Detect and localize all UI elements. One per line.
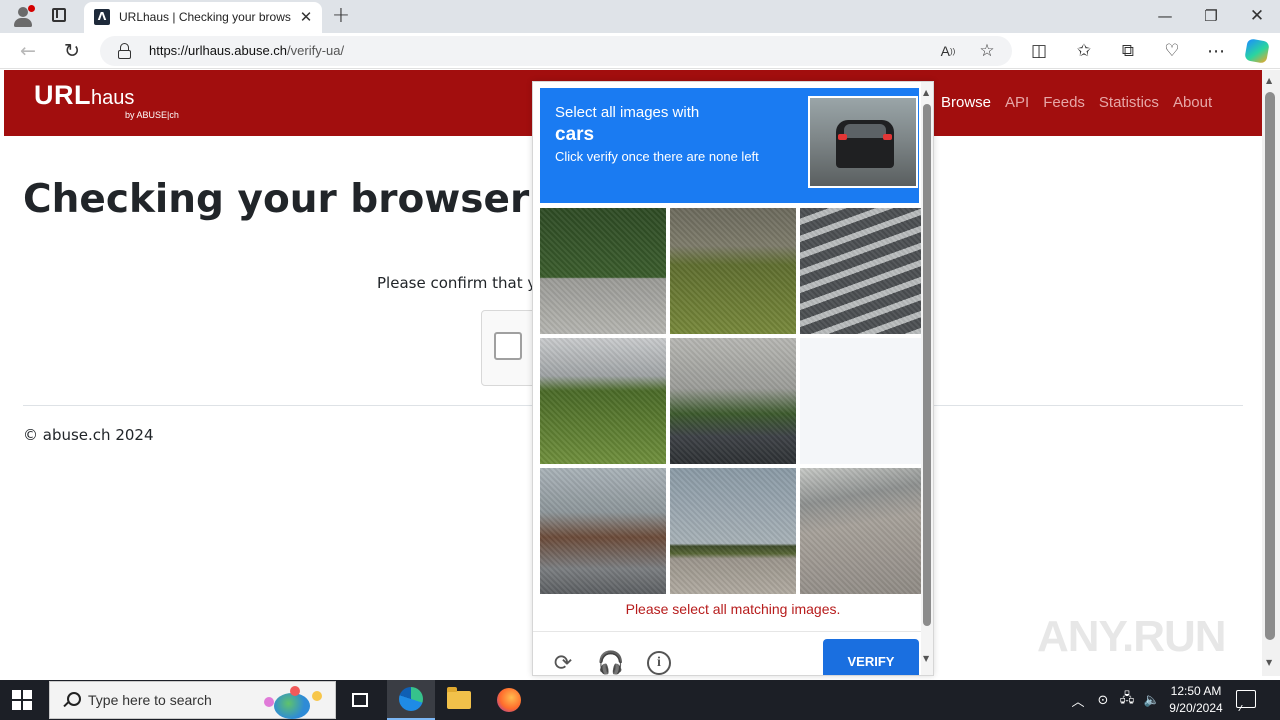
nav-feeds[interactable]: Feeds [1043, 94, 1085, 111]
prompt-hint: Click verify once there are none left [555, 149, 759, 164]
search-icon [62, 691, 81, 709]
captcha-tile[interactable] [800, 468, 926, 594]
edge-icon[interactable] [387, 680, 435, 720]
captcha-challenge: Select all images with cars Click verify… [532, 81, 934, 676]
tab-title: URLhaus | Checking your browser [119, 10, 291, 24]
search-highlight-icon [262, 685, 332, 719]
hcaptcha-checkbox[interactable] [494, 332, 522, 360]
verify-button[interactable]: VERIFY [823, 639, 919, 675]
prompt-target: cars [555, 124, 595, 145]
nav-api[interactable]: API [1005, 94, 1029, 111]
favorites-icon[interactable]: ✩ [1072, 39, 1096, 63]
search-placeholder: Type here to search [88, 692, 212, 708]
captcha-tile[interactable] [540, 338, 666, 464]
nav-browse[interactable]: Browse [941, 94, 991, 111]
info-icon[interactable]: i [646, 650, 672, 675]
nav-about[interactable]: About [1173, 94, 1212, 111]
captcha-tile[interactable] [800, 338, 926, 464]
tray-chevron-icon[interactable]: ︿ [1068, 680, 1088, 720]
split-screen-icon[interactable]: ◫ [1027, 39, 1051, 63]
tab-strip: Λ URLhaus | Checking your browser ✕ + — … [0, 0, 1280, 33]
nav-links: Browse API Feeds Statistics About [941, 94, 1212, 111]
profile-icon[interactable] [10, 4, 36, 30]
browser-essentials-icon[interactable]: ♡ [1160, 39, 1184, 63]
page-title: Checking your browser [23, 177, 530, 222]
confirm-text: Please confirm that you [377, 274, 532, 292]
scroll-up-icon[interactable]: ▲ [1266, 76, 1272, 85]
tray-app-icon[interactable]: ⊙ [1093, 680, 1113, 720]
more-icon[interactable]: ⋯ [1204, 39, 1228, 63]
read-aloud-icon[interactable]: A)) [936, 39, 960, 63]
file-explorer-icon[interactable] [435, 680, 483, 720]
footer-copyright: © abuse.ch 2024 [23, 426, 154, 444]
url-path: /verify-ua/ [287, 43, 345, 58]
page-scrollbar[interactable]: ▲ ▼ [1262, 70, 1280, 676]
url-text[interactable]: https://urlhaus.abuse.ch/verify-ua/ [149, 43, 344, 58]
minimize-icon[interactable]: — [1151, 4, 1179, 28]
captcha-scroll-up-icon[interactable]: ▲ [923, 88, 929, 97]
captcha-tile[interactable] [540, 208, 666, 334]
url-host: https://urlhaus.abuse.ch [149, 43, 288, 58]
captcha-scroll-thumb[interactable] [923, 104, 931, 626]
urlhaus-logo[interactable]: URLhaus [34, 80, 134, 111]
headphones-icon[interactable]: 🎧 [597, 650, 624, 676]
scroll-down-icon[interactable]: ▼ [1266, 658, 1272, 667]
network-icon[interactable]: 🖧 [1116, 680, 1138, 720]
example-car-image [808, 96, 918, 188]
captcha-tile[interactable] [670, 338, 796, 464]
address-bar-row: ← ↻ https://urlhaus.abuse.ch/verify-ua/ … [0, 33, 1280, 69]
scroll-thumb[interactable] [1265, 92, 1275, 640]
logo-sub: haus [91, 87, 135, 109]
taskbar: Type here to search ︿ ⊙ 🖧 🔈 12:50 AM 9/2… [0, 680, 1280, 720]
captcha-prompt: Select all images with cars Click verify… [540, 88, 919, 203]
task-view-icon[interactable] [336, 680, 384, 720]
nav-statistics[interactable]: Statistics [1099, 94, 1159, 111]
captcha-image-grid [540, 208, 926, 596]
logo-main: URL [34, 80, 91, 110]
new-tab-plus-icon[interactable]: + [331, 5, 351, 27]
captcha-tile[interactable] [540, 468, 666, 594]
captcha-error: Please select all matching images. [625, 601, 841, 617]
anyrun-watermark: ANY.RUN [1037, 612, 1227, 661]
captcha-scrollbar[interactable]: ▲ ▼ [921, 82, 933, 675]
collections-icon[interactable]: ⧉ [1116, 39, 1140, 63]
captcha-tile[interactable] [670, 468, 796, 594]
tab-urlhaus[interactable]: Λ URLhaus | Checking your browser ✕ [84, 2, 322, 33]
captcha-tile[interactable] [800, 208, 926, 334]
volume-icon[interactable]: 🔈 [1141, 680, 1163, 720]
reload-icon[interactable]: ↻ [60, 39, 84, 63]
copilot-icon[interactable] [1244, 38, 1270, 64]
start-icon[interactable] [12, 690, 32, 710]
firefox-icon[interactable] [485, 680, 533, 720]
restore-icon[interactable]: ❐ [1197, 4, 1225, 28]
captcha-divider [533, 631, 933, 632]
lock-icon[interactable] [116, 42, 134, 60]
tab-actions-icon[interactable] [50, 7, 70, 25]
captcha-scroll-down-icon[interactable]: ▼ [923, 654, 929, 663]
taskbar-clock[interactable]: 12:50 AM 9/20/2024 [1163, 683, 1229, 717]
notification-icon[interactable] [1236, 690, 1256, 708]
star-icon[interactable]: ☆ [975, 39, 999, 63]
clock-time: 12:50 AM [1170, 684, 1222, 698]
close-window-icon[interactable]: ✕ [1243, 4, 1271, 28]
logo-by: by ABUSE|ch [125, 110, 179, 120]
captcha-tile[interactable] [670, 208, 796, 334]
close-tab-icon[interactable]: ✕ [298, 8, 314, 26]
prompt-instruction: Select all images with [555, 104, 700, 121]
taskbar-search[interactable]: Type here to search [49, 681, 336, 719]
urlhaus-favicon-icon: Λ [94, 9, 110, 25]
refresh-icon[interactable]: ⟳ [550, 650, 576, 676]
back-icon[interactable]: ← [16, 39, 40, 63]
clock-date: 9/20/2024 [1169, 701, 1223, 715]
